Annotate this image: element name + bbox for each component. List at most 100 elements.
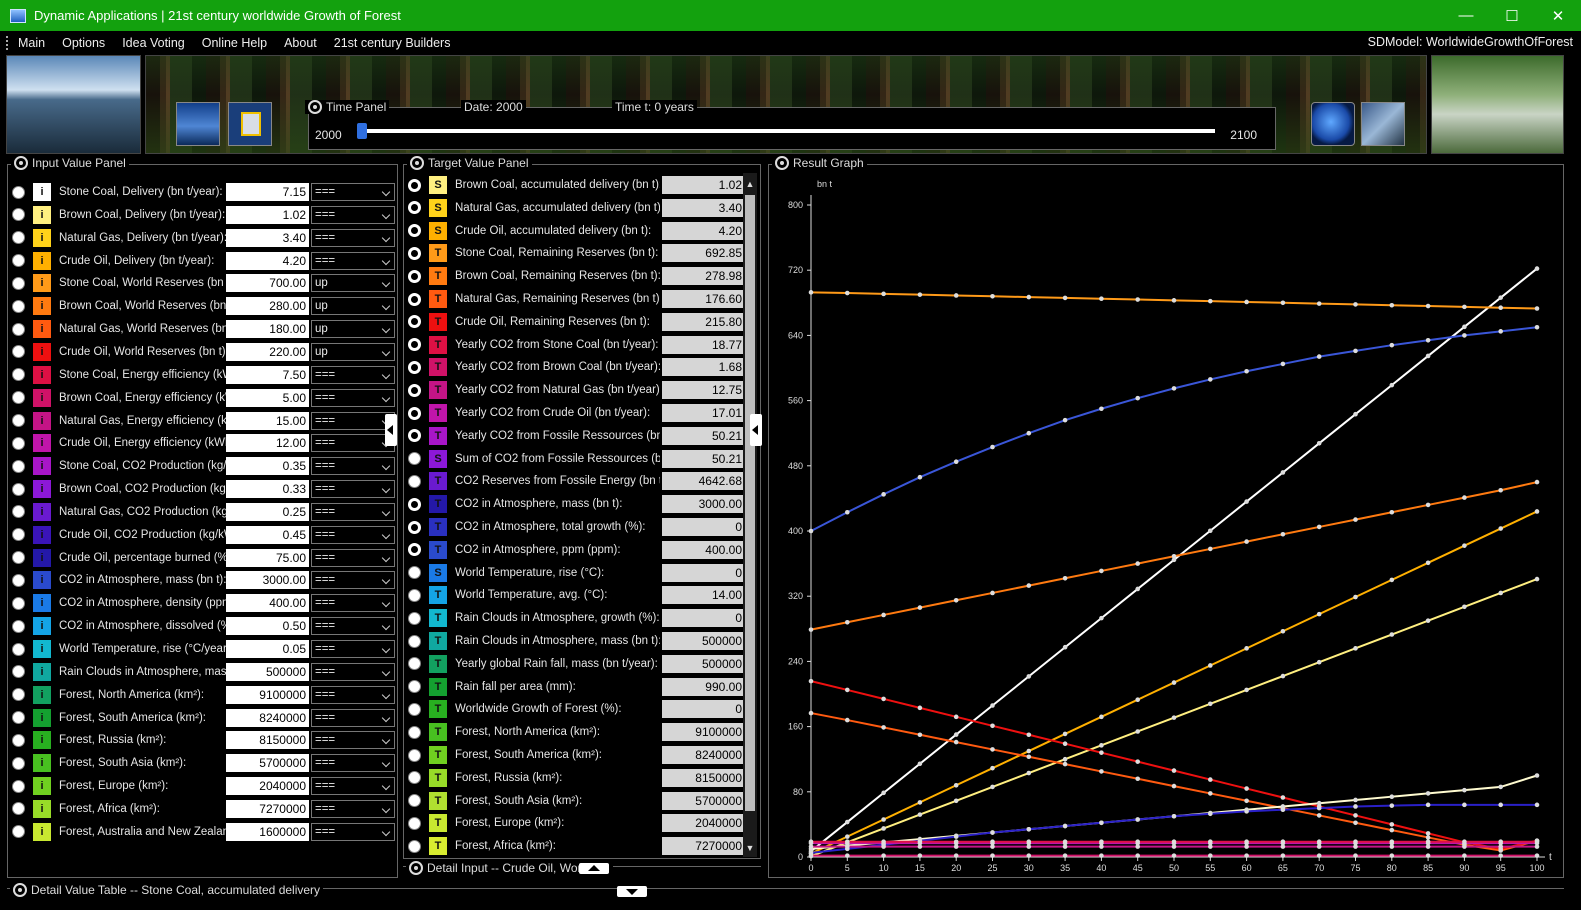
input-radio[interactable] <box>12 756 25 770</box>
input-radio[interactable] <box>12 642 25 656</box>
target-radio[interactable] <box>408 816 421 830</box>
menu-options[interactable]: Options <box>62 36 105 50</box>
input-value-field[interactable]: 0.05 <box>226 640 309 658</box>
input-radio[interactable] <box>12 254 25 268</box>
scroll-down-icon[interactable]: ▼ <box>743 841 757 855</box>
input-value-field[interactable]: 9100000 <box>226 685 309 704</box>
input-value-field[interactable]: 3.40 <box>226 228 309 247</box>
input-value-field[interactable]: 0.33 <box>226 480 309 499</box>
target-radio[interactable] <box>408 588 421 602</box>
input-mode-select[interactable]: === <box>311 708 395 727</box>
input-radio[interactable] <box>12 345 25 359</box>
input-radio[interactable] <box>12 436 25 450</box>
input-value-field[interactable]: 0.35 <box>226 457 309 476</box>
menu-about[interactable]: About <box>284 36 317 50</box>
menu-grip-icon[interactable] <box>6 36 10 50</box>
target-radio[interactable] <box>408 702 421 716</box>
menu-online-help[interactable]: Online Help <box>202 36 267 50</box>
input-mode-select[interactable]: === <box>311 434 395 453</box>
input-value-field[interactable]: 400.00 <box>226 594 309 613</box>
time-slider-thumb[interactable] <box>357 123 367 139</box>
target-radio[interactable] <box>408 611 421 625</box>
input-radio[interactable] <box>12 391 25 405</box>
input-value-field[interactable]: 500000 <box>226 662 309 681</box>
target-radio[interactable] <box>408 657 421 671</box>
collapse-input-panel-button[interactable] <box>385 414 397 446</box>
input-mode-select[interactable]: === <box>311 388 395 407</box>
target-radio[interactable] <box>408 429 421 443</box>
gear-icon[interactable] <box>410 156 424 170</box>
input-mode-select[interactable]: === <box>311 799 395 818</box>
input-value-field[interactable]: 12.00 <box>226 434 309 453</box>
target-radio[interactable] <box>408 315 421 329</box>
input-radio[interactable] <box>12 733 25 747</box>
input-mode-select[interactable]: === <box>311 502 395 521</box>
input-mode-select[interactable]: === <box>311 731 395 750</box>
input-value-field[interactable]: 1.02 <box>226 205 309 224</box>
input-value-field[interactable]: 700.00 <box>226 274 309 293</box>
target-radio[interactable] <box>408 360 421 374</box>
input-mode-select[interactable]: === <box>311 251 395 270</box>
input-value-field[interactable]: 7.50 <box>226 365 309 384</box>
gear-icon[interactable] <box>409 861 423 875</box>
input-value-field[interactable]: 220.00 <box>226 342 309 361</box>
menu-21st-century-builders[interactable]: 21st century Builders <box>334 36 451 50</box>
input-value-field[interactable]: 8240000 <box>226 708 309 727</box>
sea-thumbnail-button[interactable] <box>176 102 220 146</box>
input-mode-select[interactable]: up <box>311 342 395 361</box>
input-radio[interactable] <box>12 276 25 290</box>
target-radio[interactable] <box>408 634 421 648</box>
input-radio[interactable] <box>12 505 25 519</box>
input-value-field[interactable]: 7.15 <box>226 183 309 201</box>
target-radio[interactable] <box>408 201 421 215</box>
input-radio[interactable] <box>12 711 25 725</box>
input-radio[interactable] <box>12 802 25 816</box>
result-graph-chart[interactable]: bn t t 0 80 160 240 320 400 480 560 640 720 800 0 5 10 1… <box>769 165 1563 877</box>
input-mode-select[interactable]: === <box>311 754 395 773</box>
scroll-up-icon[interactable]: ▲ <box>743 177 757 191</box>
input-value-field[interactable]: 7270000 <box>226 799 309 818</box>
input-radio[interactable] <box>12 596 25 610</box>
input-radio[interactable] <box>12 208 25 222</box>
target-scrollbar[interactable]: ▲ ▼ <box>743 173 757 857</box>
target-radio[interactable] <box>408 566 421 580</box>
collage-thumbnail-button[interactable] <box>1361 102 1405 146</box>
target-radio[interactable] <box>408 680 421 694</box>
input-value-field[interactable]: 5.00 <box>226 388 309 407</box>
target-radio[interactable] <box>408 292 421 306</box>
target-radio[interactable] <box>408 748 421 762</box>
input-mode-select[interactable]: === <box>311 777 395 796</box>
input-mode-select[interactable]: === <box>311 571 395 590</box>
input-mode-select[interactable]: === <box>311 480 395 499</box>
input-radio[interactable] <box>12 482 25 496</box>
target-radio[interactable] <box>408 474 421 488</box>
input-value-field[interactable]: 4.20 <box>226 251 309 270</box>
input-radio[interactable] <box>12 231 25 245</box>
input-value-field[interactable]: 75.00 <box>226 548 309 567</box>
input-mode-select[interactable]: === <box>311 183 395 201</box>
globe-thumbnail-button[interactable] <box>1311 102 1355 146</box>
input-radio[interactable] <box>12 368 25 382</box>
input-mode-select[interactable]: === <box>311 822 395 841</box>
input-mode-select[interactable]: === <box>311 411 395 430</box>
time-slider-track[interactable] <box>359 129 1215 133</box>
input-mode-select[interactable]: === <box>311 594 395 613</box>
input-mode-select[interactable]: up <box>311 320 395 339</box>
input-mode-select[interactable]: === <box>311 457 395 476</box>
scrollbar-thumb[interactable] <box>745 195 755 811</box>
target-radio[interactable] <box>408 246 421 260</box>
input-value-field[interactable]: 0.45 <box>226 525 309 544</box>
target-radio[interactable] <box>408 725 421 739</box>
input-value-field[interactable]: 3000.00 <box>226 571 309 590</box>
menu-main[interactable]: Main <box>18 36 45 50</box>
input-value-field[interactable]: 8150000 <box>226 731 309 750</box>
gear-icon[interactable] <box>308 100 322 114</box>
input-value-field[interactable]: 1600000 <box>226 822 309 841</box>
target-radio[interactable] <box>408 497 421 511</box>
input-value-field[interactable]: 15.00 <box>226 411 309 430</box>
input-value-field[interactable]: 5700000 <box>226 754 309 773</box>
target-radio[interactable] <box>408 178 421 192</box>
input-radio[interactable] <box>12 185 25 199</box>
input-mode-select[interactable]: === <box>311 205 395 224</box>
input-mode-select[interactable]: === <box>311 548 395 567</box>
